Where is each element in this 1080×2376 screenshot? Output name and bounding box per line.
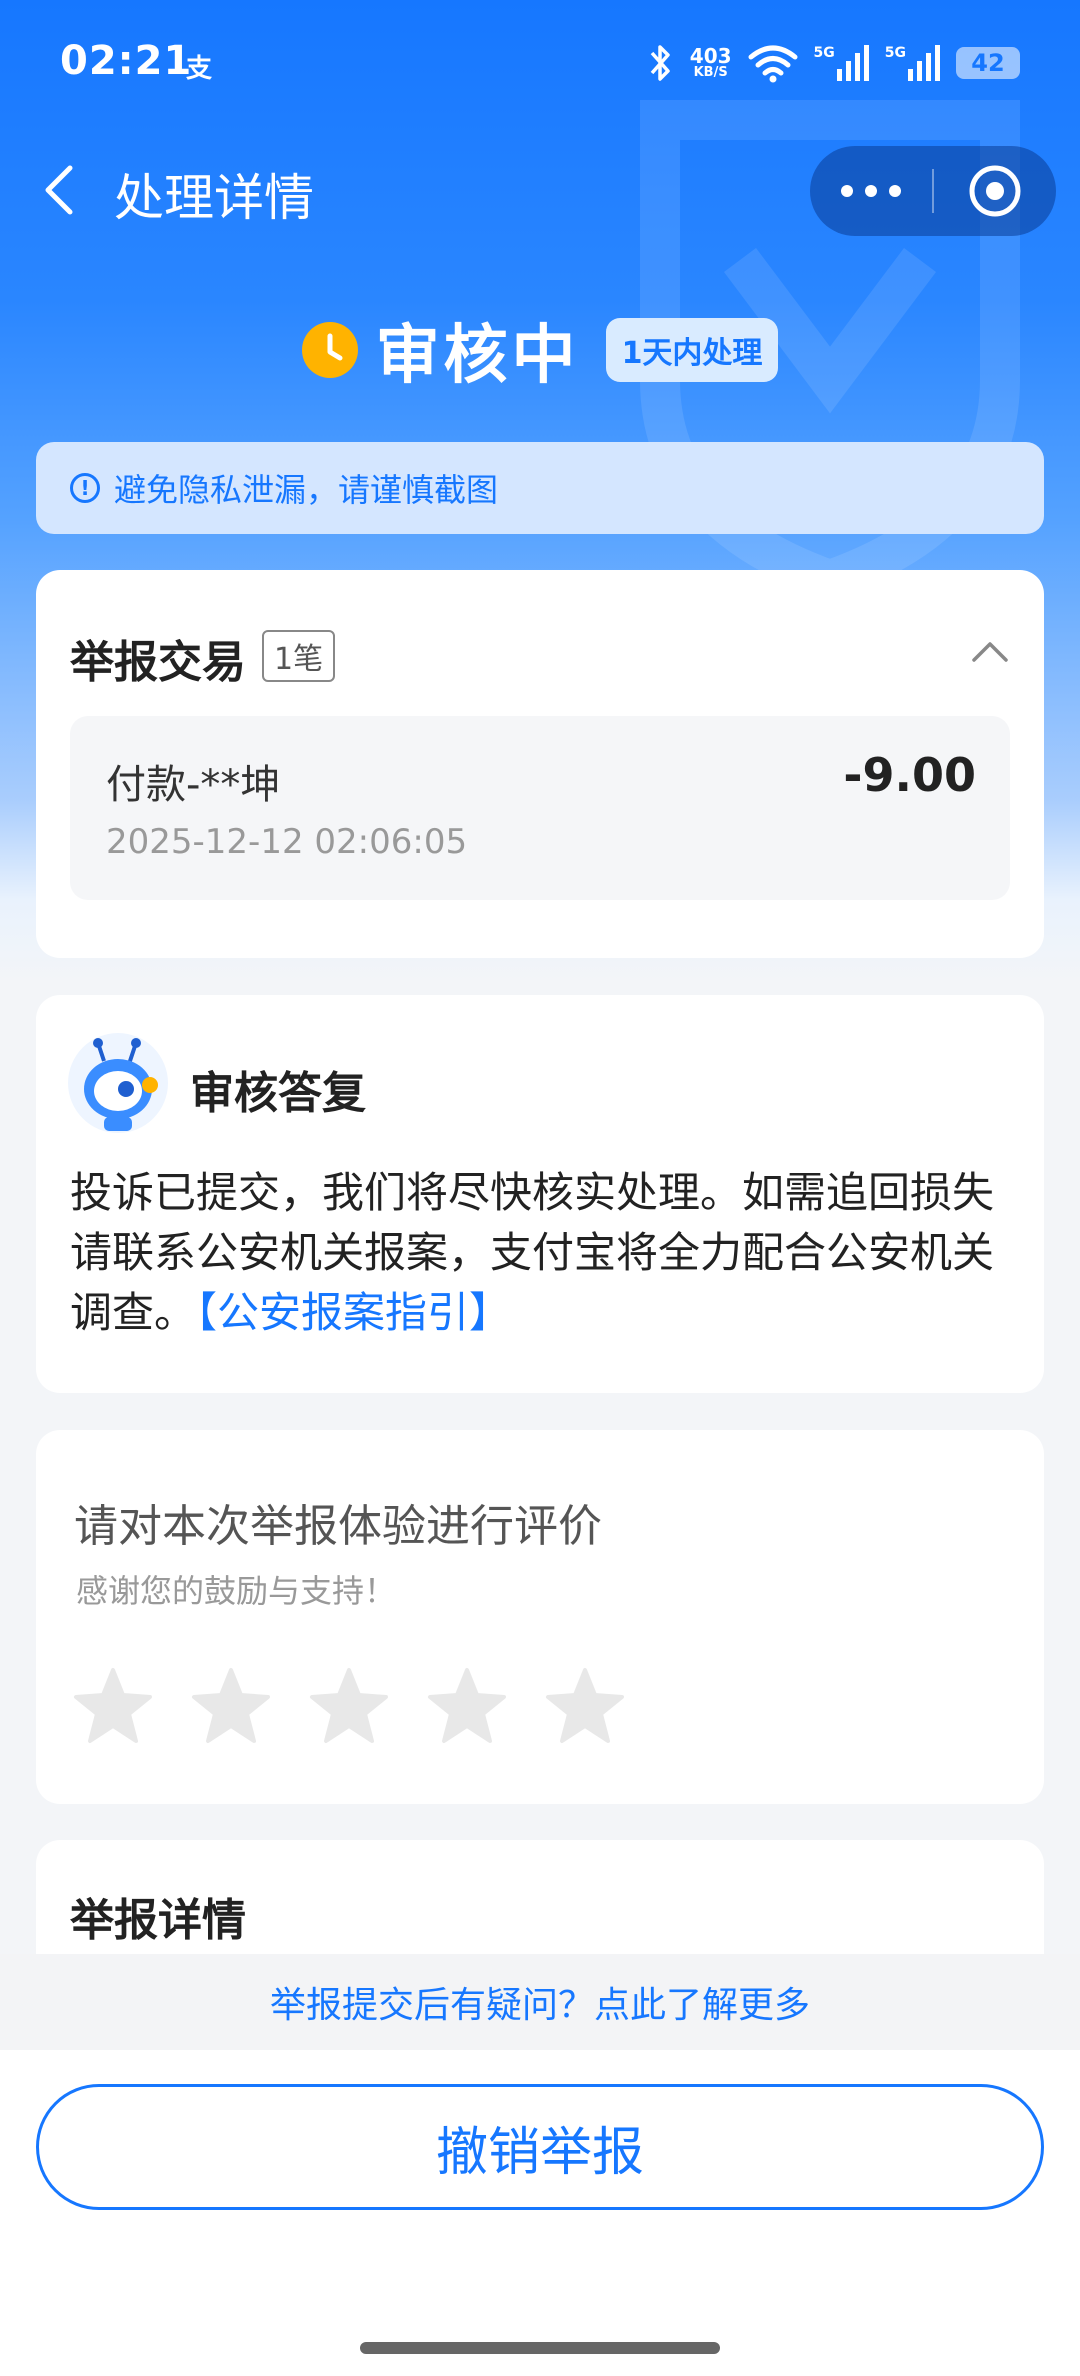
more-button[interactable] — [810, 146, 932, 236]
transaction-item[interactable]: 付款-**坤 2025-12-12 02:06:05 -9.00 — [70, 716, 1010, 900]
review-reply-title: 审核答复 — [190, 1068, 366, 1119]
cancel-report-button[interactable]: 撤销举报 — [36, 2084, 1044, 2210]
network-speed: 403 KB/S — [690, 46, 732, 80]
processing-time-badge: 1天内处理 — [605, 318, 779, 382]
star-rating — [72, 1666, 626, 1748]
status-bar: 02:21 支 403 KB/S 5G 5G 42 — [0, 0, 1080, 120]
home-indicator[interactable] — [360, 2342, 720, 2354]
signal-icon-1: 5G — [814, 45, 869, 81]
more-dots-icon — [841, 185, 901, 197]
star-icon-4[interactable] — [426, 1666, 508, 1748]
signal-icon-2: 5G — [885, 45, 940, 81]
transaction-time: 2025-12-12 02:06:05 — [106, 822, 468, 862]
privacy-notice: ! 避免隐私泄漏，请谨慎截图 — [36, 442, 1044, 534]
review-reply-card: 审核答复 投诉已提交，我们将尽快核实处理。如需追回损失请联系公安机关报案，支付宝… — [36, 995, 1044, 1393]
report-details-title: 举报详情 — [70, 1895, 246, 1946]
rating-title: 请对本次举报体验进行评价 — [74, 1501, 602, 1552]
rating-card: 请对本次举报体验进行评价 感谢您的鼓励与支持！ — [36, 1430, 1044, 1804]
close-mini-program-button[interactable] — [934, 146, 1056, 236]
transaction-amount: -9.00 — [843, 748, 976, 802]
privacy-notice-text: 避免隐私泄漏，请谨慎截图 — [114, 471, 499, 509]
alipay-notification-icon: 支 — [186, 54, 213, 84]
faq-link[interactable]: 举报提交后有疑问？点此了解更多 — [0, 1954, 1080, 2050]
target-close-icon — [969, 165, 1021, 217]
report-transactions-title: 举报交易 — [70, 637, 246, 688]
info-icon: ! — [70, 473, 100, 503]
star-icon-1[interactable] — [72, 1666, 154, 1748]
mini-program-capsule — [810, 146, 1056, 236]
review-status-header: 审核中 1天内处理 — [0, 300, 1080, 400]
report-transactions-card: 举报交易 1笔 付款-**坤 2025-12-12 02:06:05 -9.00 — [36, 570, 1044, 958]
page-title: 处理详情 — [114, 169, 314, 227]
wifi-icon — [748, 45, 798, 83]
star-icon-5[interactable] — [544, 1666, 626, 1748]
police-report-guide-link[interactable]: 【公安报案指引】 — [196, 1288, 511, 1337]
back-button[interactable] — [30, 150, 90, 230]
network-speed-unit: KB/S — [693, 65, 728, 80]
status-indicators: 403 KB/S 5G 5G 42 — [648, 38, 1020, 88]
clock-icon — [301, 322, 358, 378]
review-reply-body: 投诉已提交，我们将尽快核实处理。如需追回损失请联系公安机关报案，支付宝将全力配合… — [70, 1163, 1010, 1343]
bluetooth-icon — [650, 45, 670, 81]
chevron-up-icon[interactable] — [970, 632, 1010, 672]
transaction-name: 付款-**坤 — [106, 762, 281, 808]
star-icon-3[interactable] — [308, 1666, 390, 1748]
assistant-avatar — [68, 1033, 168, 1133]
rating-subtitle: 感谢您的鼓励与支持！ — [76, 1572, 397, 1610]
network-type-1: 5G — [813, 45, 835, 61]
status-time: 02:21 — [60, 38, 193, 84]
transaction-count-badge: 1笔 — [262, 630, 336, 682]
star-icon-2[interactable] — [190, 1666, 272, 1748]
network-type-2: 5G — [884, 45, 906, 61]
review-status-label: 审核中 — [375, 319, 580, 393]
battery-indicator: 42 — [956, 47, 1020, 79]
